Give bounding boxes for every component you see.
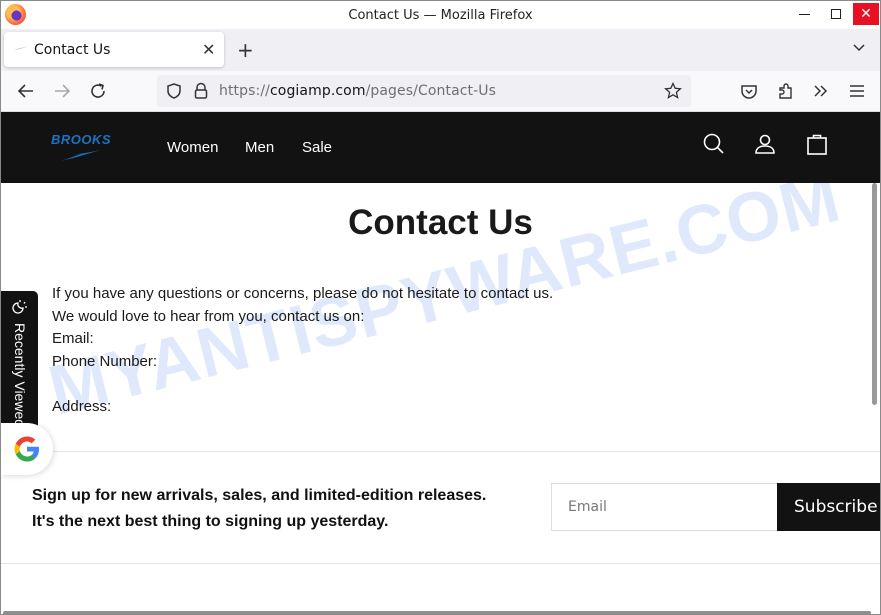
maximize-button[interactable] xyxy=(823,3,849,25)
forward-arrow-icon[interactable] xyxy=(52,81,72,101)
newsletter-email-input[interactable] xyxy=(551,483,778,531)
google-reviews-badge[interactable] xyxy=(1,423,53,475)
minimize-button[interactable] xyxy=(791,3,817,25)
email-label: Email: xyxy=(52,330,94,347)
recently-viewed-icon xyxy=(12,300,27,314)
window-title: Contact Us — Mozilla Firefox xyxy=(348,8,533,23)
site-header: BROOKS Women Men Sale xyxy=(1,112,880,183)
list-all-tabs-chevron-icon[interactable] xyxy=(852,40,866,54)
close-icon: ✕ xyxy=(860,6,872,22)
cart-bag-icon[interactable] xyxy=(805,132,829,156)
brooks-logo[interactable]: BROOKS xyxy=(51,132,112,161)
url-scheme: https:// xyxy=(219,83,270,99)
url-path: /pages/Contact-Us xyxy=(365,83,497,99)
navigation-toolbar: https://cogiamp.com/pages/Contact-Us xyxy=(1,71,880,112)
url-host: cogiamp.com xyxy=(269,83,366,99)
tracking-shield-icon[interactable] xyxy=(165,82,183,100)
contact-body-text: If you have any questions or concerns, p… xyxy=(52,283,553,418)
contact-intro-line: If you have any questions or concerns, p… xyxy=(52,285,554,302)
brooks-swoosh-icon xyxy=(61,150,101,161)
tab-label: Contact Us xyxy=(34,42,111,58)
phone-number-label: Phone Number: xyxy=(52,352,158,370)
google-g-icon xyxy=(14,436,39,462)
nav-link-sale[interactable]: Sale xyxy=(302,139,332,156)
recently-viewed-label: Recently Viewed xyxy=(12,323,28,428)
back-arrow-icon[interactable] xyxy=(16,81,36,101)
maximize-icon xyxy=(831,9,841,19)
bookmark-star-icon[interactable] xyxy=(664,82,682,100)
page-title: Contact Us xyxy=(348,203,533,242)
url-text[interactable]: https://cogiamp.com/pages/Contact-Us xyxy=(219,83,496,99)
section-divider xyxy=(1,451,880,452)
nav-link-men[interactable]: Men xyxy=(245,139,274,156)
hamburger-menu-icon[interactable] xyxy=(847,81,867,101)
reload-icon[interactable] xyxy=(88,81,108,101)
account-icon[interactable] xyxy=(753,132,777,156)
tab-contact-us[interactable]: Contact Us ✕ xyxy=(4,32,224,67)
page-content: MYANTISPYWARE.COM Contact Us If you have… xyxy=(1,183,880,614)
search-icon[interactable] xyxy=(702,132,726,156)
footer-divider xyxy=(1,563,880,564)
new-tab-button[interactable]: + xyxy=(237,38,254,62)
lock-icon[interactable] xyxy=(193,82,209,100)
close-window-button[interactable]: ✕ xyxy=(853,3,879,25)
subscribe-button[interactable]: Subscribe xyxy=(777,483,880,531)
title-bar: Contact Us — Mozilla Firefox ✕ xyxy=(1,1,880,29)
newsletter-text: Sign up for new arrivals, sales, and lim… xyxy=(32,487,487,530)
pocket-icon[interactable] xyxy=(739,81,759,101)
horizontal-scrollbar[interactable] xyxy=(3,611,871,614)
tab-strip: Contact Us ✕ + xyxy=(1,29,880,71)
brand-name: BROOKS xyxy=(51,132,112,147)
address-label: Address: xyxy=(52,397,112,415)
minimize-icon xyxy=(798,13,810,15)
close-tab-icon[interactable]: ✕ xyxy=(202,40,215,59)
nav-link-women[interactable]: Women xyxy=(167,139,218,156)
recently-viewed-tab[interactable]: Recently Viewed xyxy=(1,291,38,436)
vertical-scrollbar[interactable] xyxy=(872,183,877,405)
brooks-favicon-icon xyxy=(14,46,29,50)
contact-love-line: We would love to hear from you, contact … xyxy=(52,307,365,325)
more-tools-chevrons-icon[interactable] xyxy=(811,81,831,101)
address-bar[interactable]: https://cogiamp.com/pages/Contact-Us xyxy=(157,75,691,107)
extensions-puzzle-icon[interactable] xyxy=(776,81,796,101)
